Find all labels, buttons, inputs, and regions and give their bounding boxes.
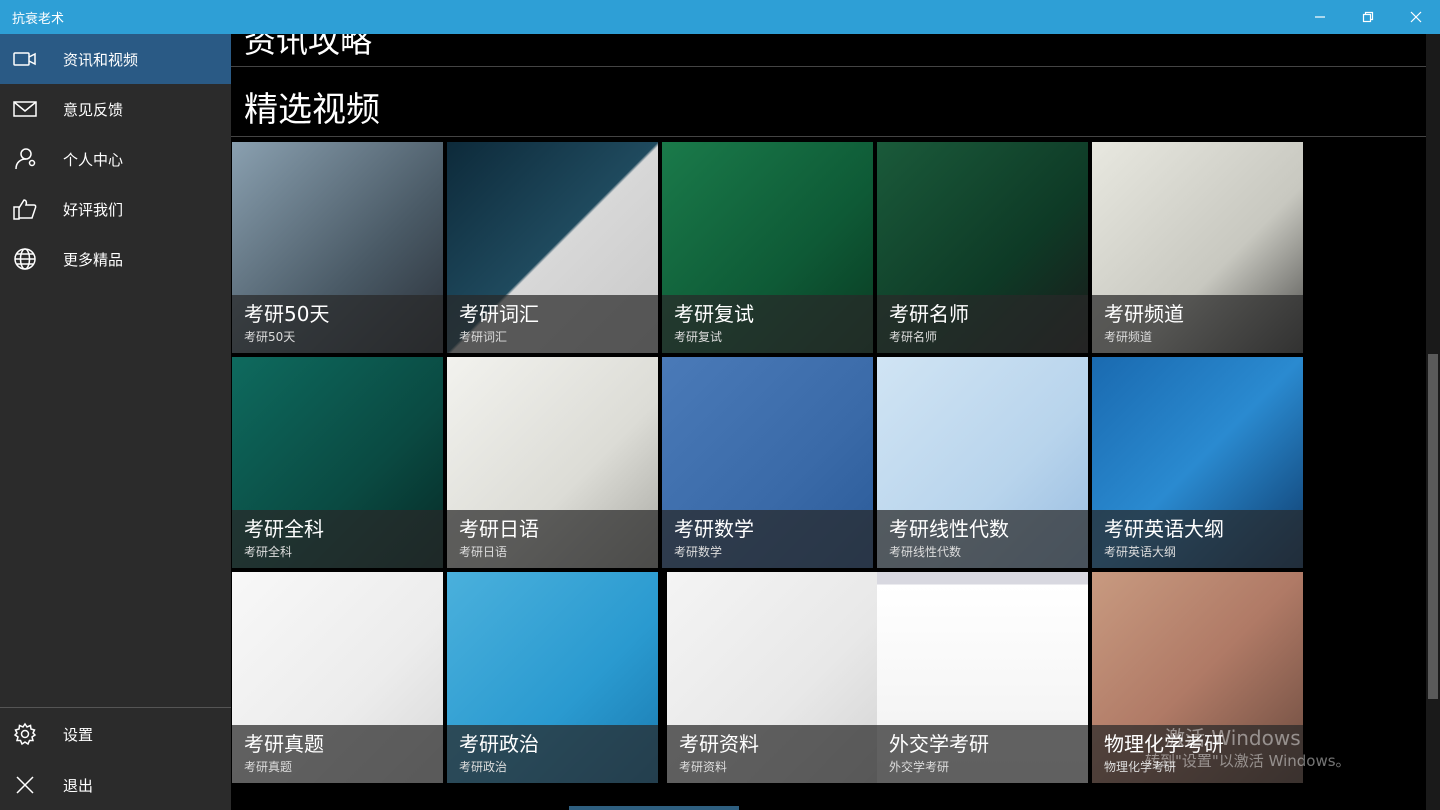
sidebar-item-label: 个人中心 bbox=[63, 150, 124, 169]
tile-subtitle: 考研日语 bbox=[459, 545, 508, 559]
video-tile[interactable]: 考研复试 考研复试 bbox=[662, 142, 873, 353]
sidebar-item-label: 设置 bbox=[63, 725, 94, 744]
scroll-thumb[interactable] bbox=[1428, 354, 1438, 699]
tile-title: 考研英语大纲 bbox=[1104, 517, 1224, 541]
video-tile[interactable]: 考研日语 考研日语 bbox=[447, 357, 658, 568]
thumbs-up-icon bbox=[0, 184, 50, 234]
tile-subtitle: 考研词汇 bbox=[459, 330, 508, 344]
tile-subtitle: 考研政治 bbox=[459, 760, 508, 774]
video-tile[interactable]: 考研真题 考研真题 bbox=[232, 572, 443, 783]
sidebar-item-label: 好评我们 bbox=[63, 200, 124, 219]
sidebar-divider bbox=[0, 707, 231, 708]
tile-title: 考研频道 bbox=[1104, 302, 1184, 326]
close-window-icon bbox=[1410, 11, 1422, 23]
video-tile[interactable]: 考研资料 考研资料 bbox=[667, 572, 878, 783]
tile-subtitle: 外交学考研 bbox=[889, 760, 950, 774]
close-window-button[interactable] bbox=[1392, 0, 1440, 34]
sidebar-item-rate-us[interactable]: 好评我们 bbox=[0, 184, 231, 234]
video-tile[interactable]: 考研数学 考研数学 bbox=[662, 357, 873, 568]
gear-icon bbox=[0, 709, 50, 759]
minimize-button[interactable] bbox=[1296, 0, 1344, 34]
tile-subtitle: 考研线性代数 bbox=[889, 545, 962, 559]
video-tile[interactable]: 考研名师 考研名师 bbox=[877, 142, 1088, 353]
sidebar-item-settings[interactable]: 设置 bbox=[0, 709, 231, 759]
restore-icon bbox=[1362, 11, 1374, 23]
main-content: 资讯攻略 精选视频 考研50天 考研50天 考研词汇 考研词汇 考研复试 考研复… bbox=[231, 34, 1440, 810]
video-tile[interactable]: 考研线性代数 考研线性代数 bbox=[877, 357, 1088, 568]
video-tile[interactable]: 考研政治 考研政治 bbox=[447, 572, 658, 783]
maximize-button[interactable] bbox=[1344, 0, 1392, 34]
video-tile[interactable]: 考研50天 考研50天 bbox=[232, 142, 443, 353]
video-tile[interactable]: 外交学考研 外交学考研 bbox=[877, 572, 1088, 783]
video-icon bbox=[0, 34, 50, 84]
sidebar-item-profile[interactable]: 个人中心 bbox=[0, 134, 231, 184]
minimize-icon bbox=[1315, 16, 1325, 18]
close-icon bbox=[0, 760, 50, 810]
section-divider bbox=[231, 66, 1426, 67]
horizontal-scroll-indicator[interactable] bbox=[569, 806, 739, 810]
section-divider bbox=[231, 136, 1426, 137]
app-title: 抗衰老术 bbox=[12, 11, 65, 27]
activation-watermark-title: 激活 Windows bbox=[1165, 726, 1301, 750]
globe-icon bbox=[0, 234, 50, 284]
tile-subtitle: 考研真题 bbox=[244, 760, 293, 774]
sidebar-item-feedback[interactable]: 意见反馈 bbox=[0, 84, 231, 134]
video-tile[interactable]: 考研频道 考研频道 bbox=[1092, 142, 1303, 353]
tile-title: 考研50天 bbox=[244, 302, 330, 326]
tile-subtitle: 考研频道 bbox=[1104, 330, 1153, 344]
tile-title: 考研名师 bbox=[889, 302, 969, 326]
tile-title: 考研真题 bbox=[244, 732, 324, 756]
vertical-scrollbar[interactable] bbox=[1426, 34, 1440, 810]
video-tile[interactable]: 考研词汇 考研词汇 bbox=[447, 142, 658, 353]
activation-watermark-text: 转到"设置"以激活 Windows。 bbox=[1145, 752, 1351, 770]
tile-title: 考研全科 bbox=[244, 517, 324, 541]
mail-icon bbox=[0, 84, 50, 134]
tile-title: 考研资料 bbox=[679, 732, 759, 756]
tile-subtitle: 考研数学 bbox=[674, 545, 723, 559]
tile-subtitle: 考研英语大纲 bbox=[1104, 545, 1177, 559]
video-tile[interactable]: 考研英语大纲 考研英语大纲 bbox=[1092, 357, 1303, 568]
tile-title: 考研日语 bbox=[459, 517, 539, 541]
tile-subtitle: 考研资料 bbox=[679, 760, 728, 774]
tile-title: 考研线性代数 bbox=[889, 517, 1009, 541]
sidebar-item-label: 资讯和视频 bbox=[63, 50, 139, 69]
sidebar-item-label: 更多精品 bbox=[63, 250, 124, 269]
previous-section-title: 资讯攻略 bbox=[244, 34, 373, 60]
tile-subtitle: 考研名师 bbox=[889, 330, 938, 344]
section-title: 精选视频 bbox=[244, 90, 380, 130]
tile-title: 考研政治 bbox=[459, 732, 539, 756]
sidebar-item-exit[interactable]: 退出 bbox=[0, 760, 231, 810]
tile-subtitle: 考研全科 bbox=[244, 545, 293, 559]
sidebar-item-more-apps[interactable]: 更多精品 bbox=[0, 234, 231, 284]
sidebar-item-label: 退出 bbox=[63, 776, 94, 795]
sidebar: 资讯和视频 意见反馈 个人中心 好评我们 更多精品 设置 退出 bbox=[0, 34, 231, 810]
tile-subtitle: 考研复试 bbox=[674, 330, 723, 344]
tile-title: 外交学考研 bbox=[889, 732, 989, 756]
tile-subtitle: 考研50天 bbox=[244, 330, 296, 344]
sidebar-item-news-video[interactable]: 资讯和视频 bbox=[0, 34, 231, 84]
video-tile[interactable]: 考研全科 考研全科 bbox=[232, 357, 443, 568]
sidebar-item-label: 意见反馈 bbox=[63, 100, 124, 119]
person-icon bbox=[0, 134, 50, 184]
tile-title: 考研数学 bbox=[674, 517, 754, 541]
tile-title: 考研词汇 bbox=[459, 302, 539, 326]
title-bar: 抗衰老术 bbox=[0, 0, 1440, 34]
tile-title: 考研复试 bbox=[674, 302, 754, 326]
